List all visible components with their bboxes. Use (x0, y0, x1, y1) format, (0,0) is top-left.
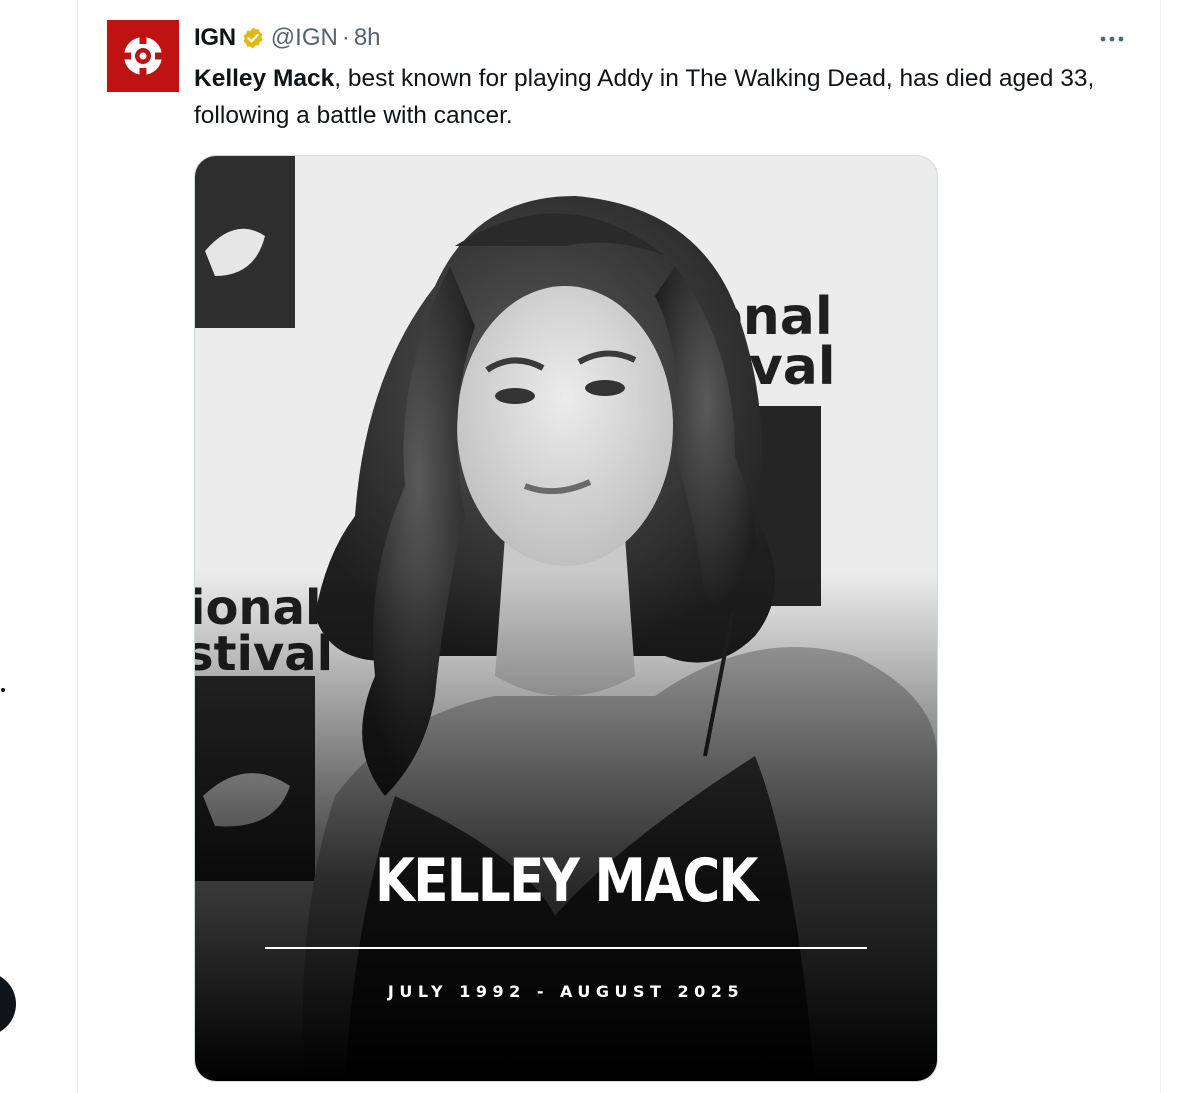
tweet-text: Kelley Mack, best known for playing Addy… (194, 60, 1134, 134)
tweet-header: IGN @IGN · 8h (194, 22, 381, 54)
verified-badge-icon[interactable] (241, 26, 265, 50)
ign-logo-icon (122, 35, 164, 77)
memorial-name: KELLEY MACK (374, 846, 759, 916)
avatar[interactable] (107, 20, 179, 92)
timestamp[interactable]: 8h (354, 24, 381, 52)
tweet-media-image[interactable]: o onal ival ional stival al val (194, 155, 938, 1082)
tweet-text-bold: Kelley Mack (194, 65, 335, 92)
display-name[interactable]: IGN (194, 24, 236, 52)
handle[interactable]: @IGN (271, 24, 338, 52)
sidebar-dot (1, 688, 5, 692)
timeline-right-border (1160, 0, 1161, 1093)
timeline-page: IGN @IGN · 8h Kelley Mack, best known fo… (0, 0, 1200, 1093)
timeline-left-border (77, 0, 78, 1093)
separator: · (341, 24, 350, 51)
sidebar-post-button[interactable] (0, 972, 16, 1036)
memorial-photo: o onal ival ional stival al val (195, 156, 937, 1081)
memorial-divider (265, 947, 867, 949)
more-options-icon[interactable] (1094, 24, 1130, 54)
memorial-dates: JULY 1992 - AUGUST 2025 (387, 982, 745, 1001)
